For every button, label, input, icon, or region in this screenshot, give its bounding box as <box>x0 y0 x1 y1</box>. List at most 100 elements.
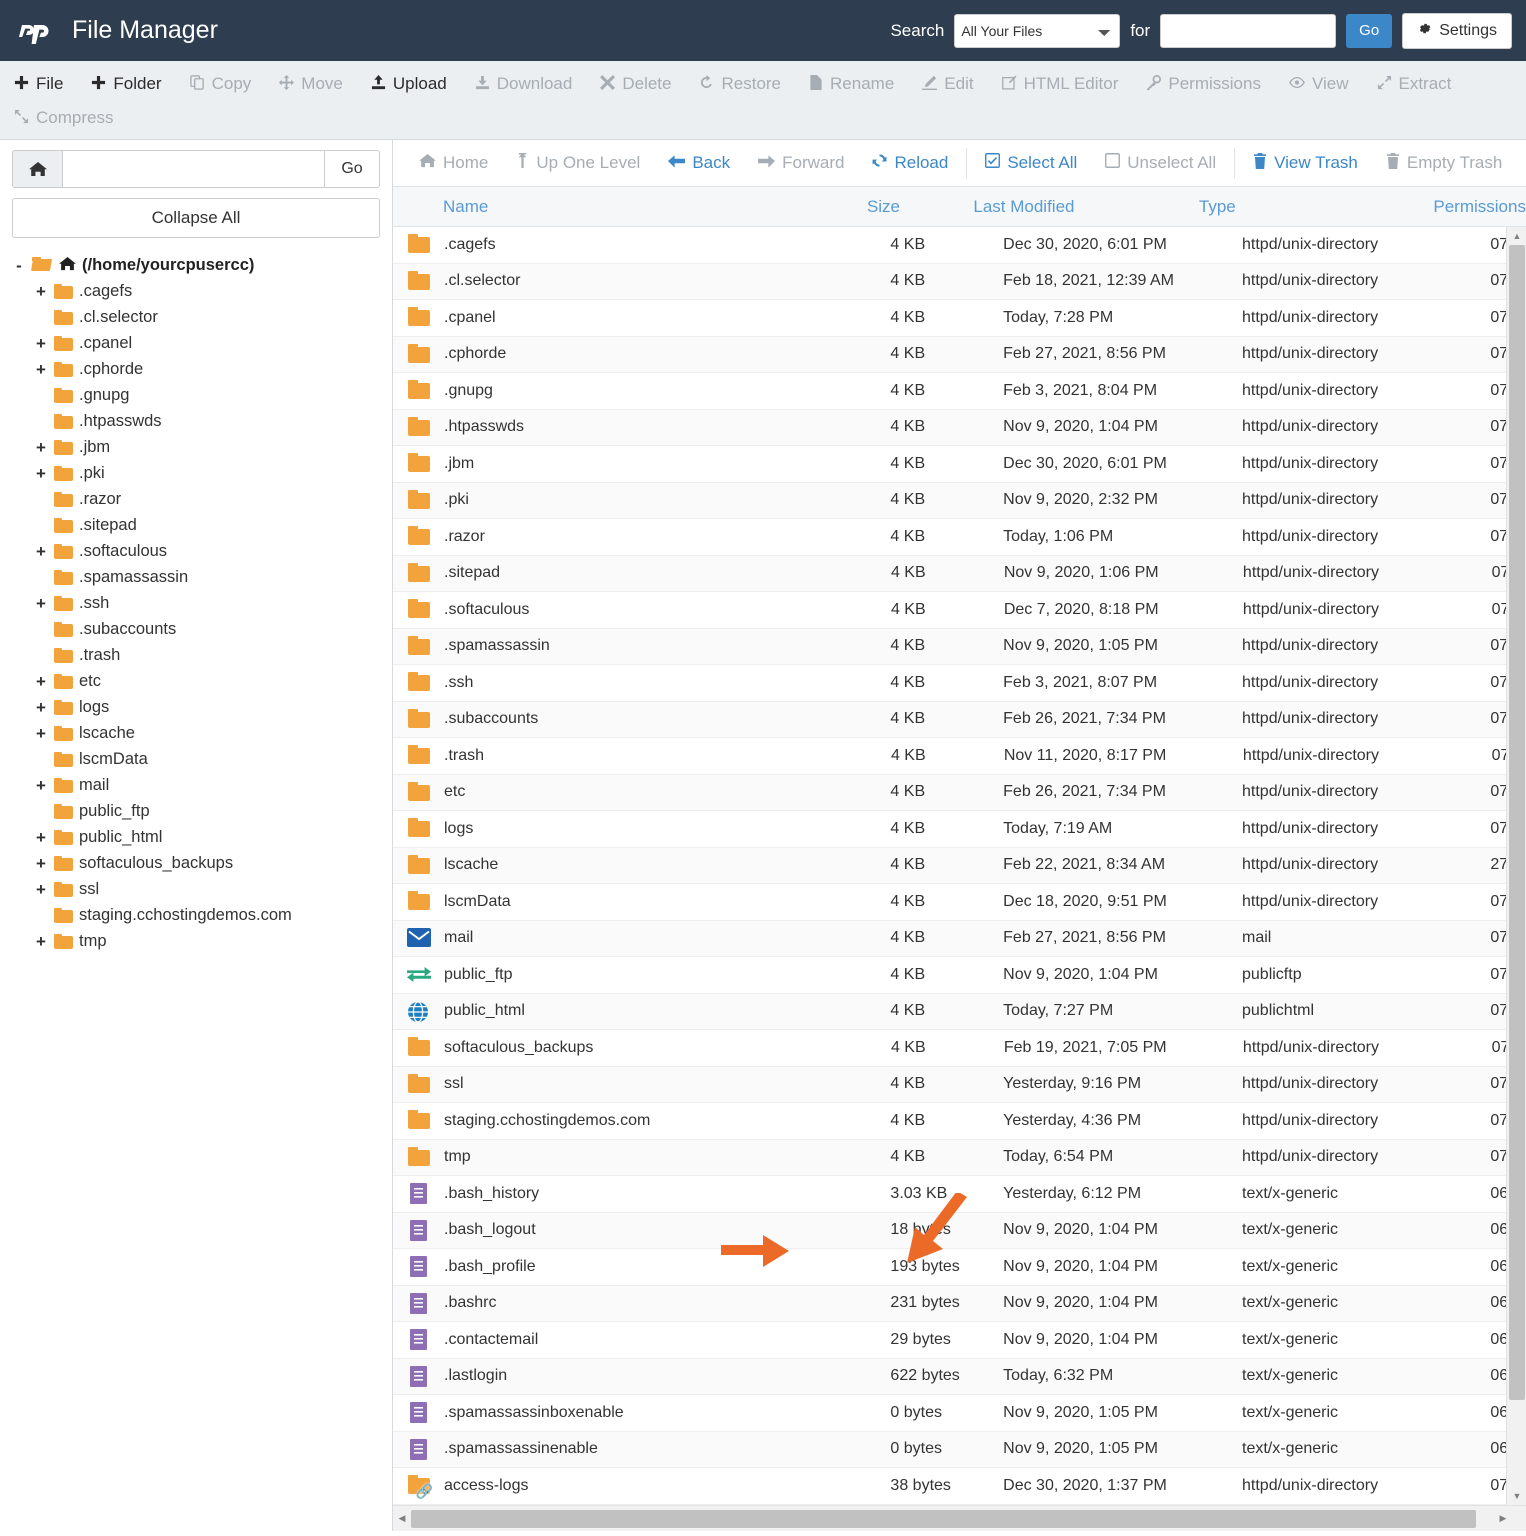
nav-reload-button[interactable]: Reload <box>858 140 962 186</box>
cell-name[interactable]: .ssh <box>393 672 890 693</box>
path-input[interactable] <box>62 150 324 188</box>
tree-node-sitepad[interactable]: +.sitepad <box>12 512 380 538</box>
tree-node-pki[interactable]: +.pki <box>12 460 380 486</box>
cell-name[interactable]: etc <box>393 782 890 803</box>
settings-button[interactable]: Settings <box>1402 13 1512 49</box>
nav-view-trash-button[interactable]: View Trash <box>1239 140 1372 186</box>
table-row[interactable]: etc4 KBFeb 26, 2021, 7:34 PMhttpd/unix-d… <box>393 775 1526 812</box>
tree-node-lscmdata[interactable]: +lscmData <box>12 746 380 772</box>
cell-name[interactable]: logs <box>393 818 890 839</box>
horizontal-scrollbar[interactable]: ◀ ▶ <box>393 1505 1526 1531</box>
action-folder-button[interactable]: Folder <box>77 67 175 101</box>
expand-toggle-icon[interactable]: + <box>34 465 48 482</box>
cell-name[interactable]: .trash <box>393 745 891 766</box>
expand-toggle-icon[interactable]: + <box>34 829 48 846</box>
path-go-button[interactable]: Go <box>324 150 380 188</box>
action-upload-button[interactable]: Upload <box>357 67 461 101</box>
table-row[interactable]: .spamassassin4 KBNov 9, 2020, 1:05 PMhtt… <box>393 629 1526 666</box>
tree-node-cpanel[interactable]: +.cpanel <box>12 330 380 356</box>
table-row[interactable]: public_html4 KBToday, 7:27 PMpublichtml0… <box>393 994 1526 1031</box>
table-row[interactable]: .spamassassinboxenable0 bytesNov 9, 2020… <box>393 1395 1526 1432</box>
tree-node-public-ftp[interactable]: +public_ftp <box>12 798 380 824</box>
scroll-right-icon[interactable]: ▶ <box>1494 1513 1512 1524</box>
cell-name[interactable]: lscache <box>393 855 890 876</box>
table-row[interactable]: .cphorde4 KBFeb 27, 2021, 8:56 PMhttpd/u… <box>393 337 1526 374</box>
table-row[interactable]: .bash_history3.03 KBYesterday, 6:12 PMte… <box>393 1176 1526 1213</box>
cell-name[interactable]: .subaccounts <box>393 709 890 730</box>
table-row[interactable]: mail4 KBFeb 27, 2021, 8:56 PMmail0751 <box>393 921 1526 958</box>
scroll-down-icon[interactable]: ▼ <box>1507 1487 1526 1505</box>
table-row[interactable]: .bash_profile193 bytesNov 9, 2020, 1:04 … <box>393 1249 1526 1286</box>
horizontal-scroll-thumb[interactable] <box>411 1510 1476 1528</box>
expand-toggle-icon[interactable]: + <box>34 933 48 950</box>
cell-name[interactable]: .razor <box>393 526 890 547</box>
cell-name[interactable]: .cpanel <box>393 307 890 328</box>
tree-node-softaculous-backups[interactable]: +softaculous_backups <box>12 850 380 876</box>
tree-node-subaccounts[interactable]: +.subaccounts <box>12 616 380 642</box>
column-header-last-modified[interactable]: Last Modified <box>973 197 1199 217</box>
cell-name[interactable]: .contactemail <box>393 1329 890 1350</box>
table-row[interactable]: .gnupg4 KBFeb 3, 2021, 8:04 PMhttpd/unix… <box>393 373 1526 410</box>
table-row[interactable]: .pki4 KBNov 9, 2020, 2:32 PMhttpd/unix-d… <box>393 483 1526 520</box>
search-input[interactable] <box>1160 14 1336 48</box>
cell-name[interactable]: 🔗access-logs <box>393 1475 890 1496</box>
tree-node-lscache[interactable]: +lscache <box>12 720 380 746</box>
cell-name[interactable]: .spamassassinenable <box>393 1439 890 1460</box>
tree-node-jbm[interactable]: +.jbm <box>12 434 380 460</box>
table-row[interactable]: .bash_logout18 bytesNov 9, 2020, 1:04 PM… <box>393 1213 1526 1250</box>
cell-name[interactable]: .bash_logout <box>393 1220 890 1241</box>
cell-name[interactable]: .htpasswds <box>393 417 890 438</box>
table-row[interactable]: staging.cchostingdemos.com4 KBYesterday,… <box>393 1103 1526 1140</box>
cell-name[interactable]: .bash_history <box>393 1183 890 1204</box>
cell-name[interactable]: .gnupg <box>393 380 890 401</box>
expand-toggle-icon[interactable]: + <box>34 335 48 352</box>
cell-name[interactable]: .bashrc <box>393 1293 890 1314</box>
home-icon[interactable] <box>12 150 62 188</box>
tree-node-htpasswds[interactable]: +.htpasswds <box>12 408 380 434</box>
table-row[interactable]: public_ftp4 KBNov 9, 2020, 1:04 PMpublic… <box>393 957 1526 994</box>
tree-node-ssl[interactable]: +ssl <box>12 876 380 902</box>
tree-node-logs[interactable]: +logs <box>12 694 380 720</box>
tree-node-spamassassin[interactable]: +.spamassassin <box>12 564 380 590</box>
tree-node-trash[interactable]: +.trash <box>12 642 380 668</box>
tree-node-softaculous[interactable]: +.softaculous <box>12 538 380 564</box>
table-row[interactable]: logs4 KBToday, 7:19 AMhttpd/unix-directo… <box>393 811 1526 848</box>
column-header-name[interactable]: Name <box>393 197 867 217</box>
nav-select-all-button[interactable]: Select All <box>971 140 1091 186</box>
column-header-type[interactable]: Type <box>1199 197 1434 217</box>
tree-node-etc[interactable]: +etc <box>12 668 380 694</box>
scroll-left-icon[interactable]: ◀ <box>393 1513 411 1524</box>
expand-toggle-icon[interactable]: + <box>34 543 48 560</box>
cell-name[interactable]: .pki <box>393 490 890 511</box>
expand-toggle-icon[interactable]: + <box>34 673 48 690</box>
cell-name[interactable]: .spamassassinboxenable <box>393 1402 890 1423</box>
table-row[interactable]: .spamassassinenable0 bytesNov 9, 2020, 1… <box>393 1432 1526 1469</box>
tree-node-staging-cchostingdemos-com[interactable]: +staging.cchostingdemos.com <box>12 902 380 928</box>
cell-name[interactable]: .lastlogin <box>393 1366 890 1387</box>
cell-name[interactable]: tmp <box>393 1147 890 1168</box>
cell-name[interactable]: public_html <box>393 1001 890 1022</box>
table-row[interactable]: lscache4 KBFeb 22, 2021, 8:34 AMhttpd/un… <box>393 848 1526 885</box>
table-row[interactable]: .softaculous4 KBDec 7, 2020, 8:18 PMhttp… <box>393 592 1526 629</box>
expand-toggle-icon[interactable]: + <box>34 725 48 742</box>
column-header-size[interactable]: Size <box>867 197 973 217</box>
tree-node-cagefs[interactable]: +.cagefs <box>12 278 380 304</box>
table-row[interactable]: lscmData4 KBDec 18, 2020, 9:51 PMhttpd/u… <box>393 884 1526 921</box>
table-row[interactable]: ssl4 KBYesterday, 9:16 PMhttpd/unix-dire… <box>393 1067 1526 1104</box>
tree-node-tmp[interactable]: +tmp <box>12 928 380 954</box>
collapse-all-button[interactable]: Collapse All <box>12 198 380 238</box>
table-row[interactable]: .contactemail29 bytesNov 9, 2020, 1:04 P… <box>393 1322 1526 1359</box>
table-row[interactable]: .subaccounts4 KBFeb 26, 2021, 7:34 PMhtt… <box>393 702 1526 739</box>
tree-node-home-yourcpusercc[interactable]: -(/home/yourcpusercc) <box>12 252 380 278</box>
table-row[interactable]: .lastlogin622 bytesToday, 6:32 PMtext/x-… <box>393 1359 1526 1396</box>
vertical-scrollbar[interactable]: ▲ ▼ <box>1506 227 1526 1505</box>
table-row[interactable]: .cagefs4 KBDec 30, 2020, 6:01 PMhttpd/un… <box>393 227 1526 264</box>
tree-node-razor[interactable]: +.razor <box>12 486 380 512</box>
cell-name[interactable]: mail <box>393 928 890 949</box>
table-row[interactable]: .bashrc231 bytesNov 9, 2020, 1:04 PMtext… <box>393 1286 1526 1323</box>
cell-name[interactable]: staging.cchostingdemos.com <box>393 1110 890 1131</box>
cell-name[interactable]: public_ftp <box>393 964 890 985</box>
cell-name[interactable]: lscmData <box>393 891 890 912</box>
nav-back-button[interactable]: Back <box>654 140 744 186</box>
cell-name[interactable]: .cphorde <box>393 344 890 365</box>
